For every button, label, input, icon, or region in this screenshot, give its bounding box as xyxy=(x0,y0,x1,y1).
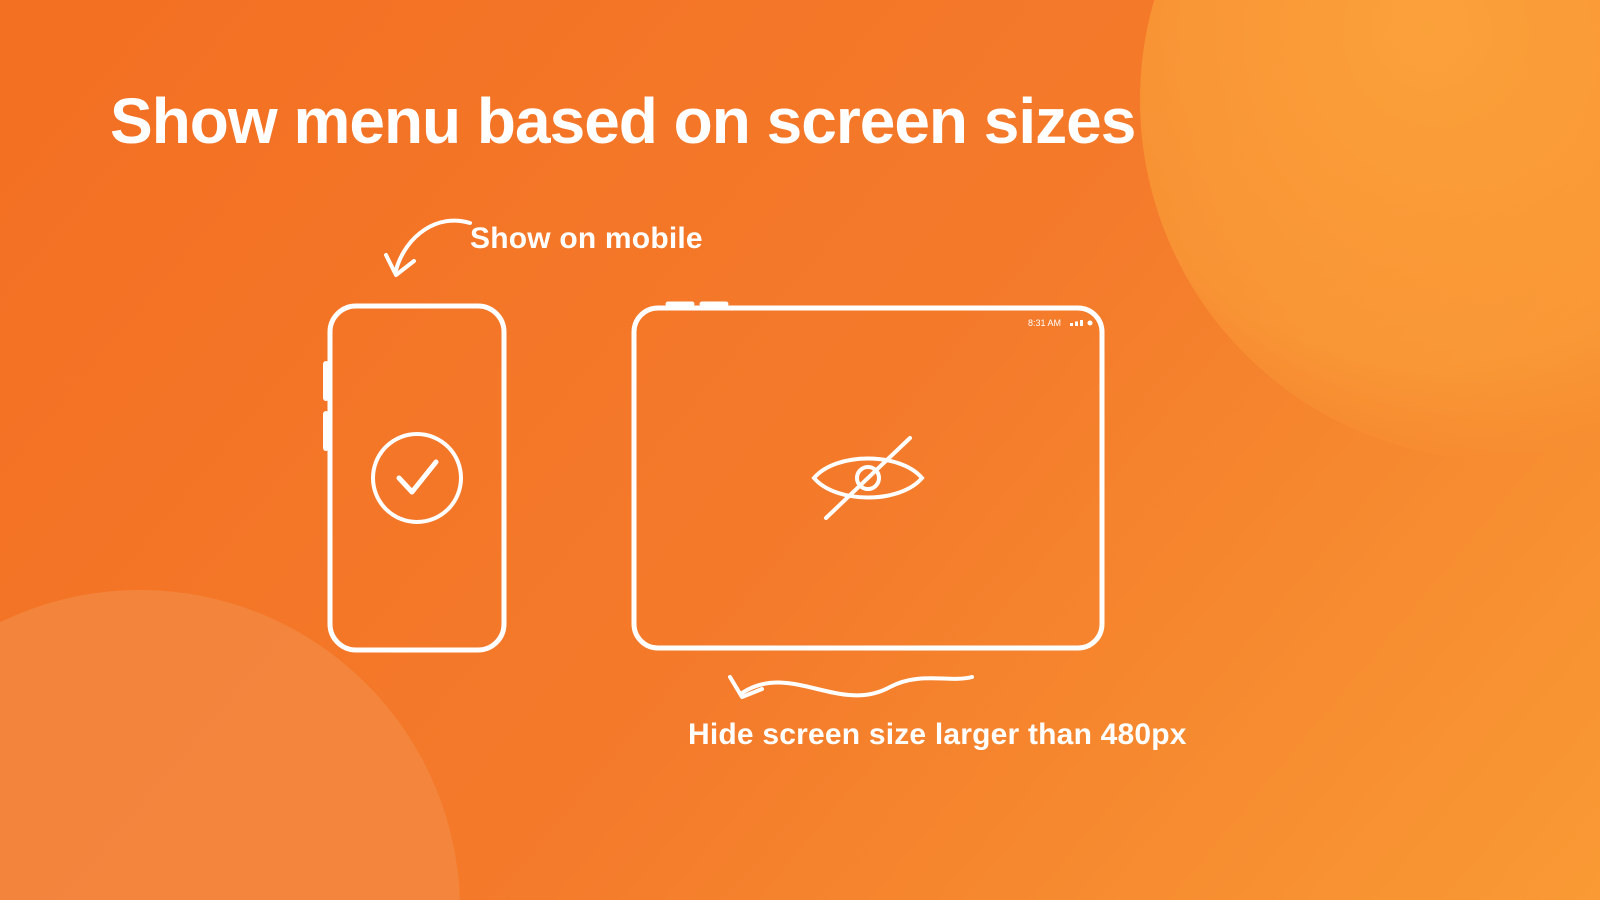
tablet-device-icon: 8:31 AM xyxy=(628,300,1108,656)
mobile-caption: Show on mobile xyxy=(470,222,703,256)
arrow-to-tablet-icon xyxy=(700,653,980,723)
page-title: Show menu based on screen sizes xyxy=(110,88,1135,155)
decorative-blob-top-right xyxy=(1140,0,1600,460)
tablet-caption: Hide screen size larger than 480px xyxy=(688,718,1187,752)
diagram-canvas: Show menu based on screen sizes Show on … xyxy=(0,0,1600,900)
hidden-eye-icon xyxy=(814,438,922,518)
phone-device-icon xyxy=(324,302,510,654)
arrow-to-phone-icon xyxy=(378,205,478,295)
tablet-status-time: 8:31 AM xyxy=(1028,318,1061,328)
